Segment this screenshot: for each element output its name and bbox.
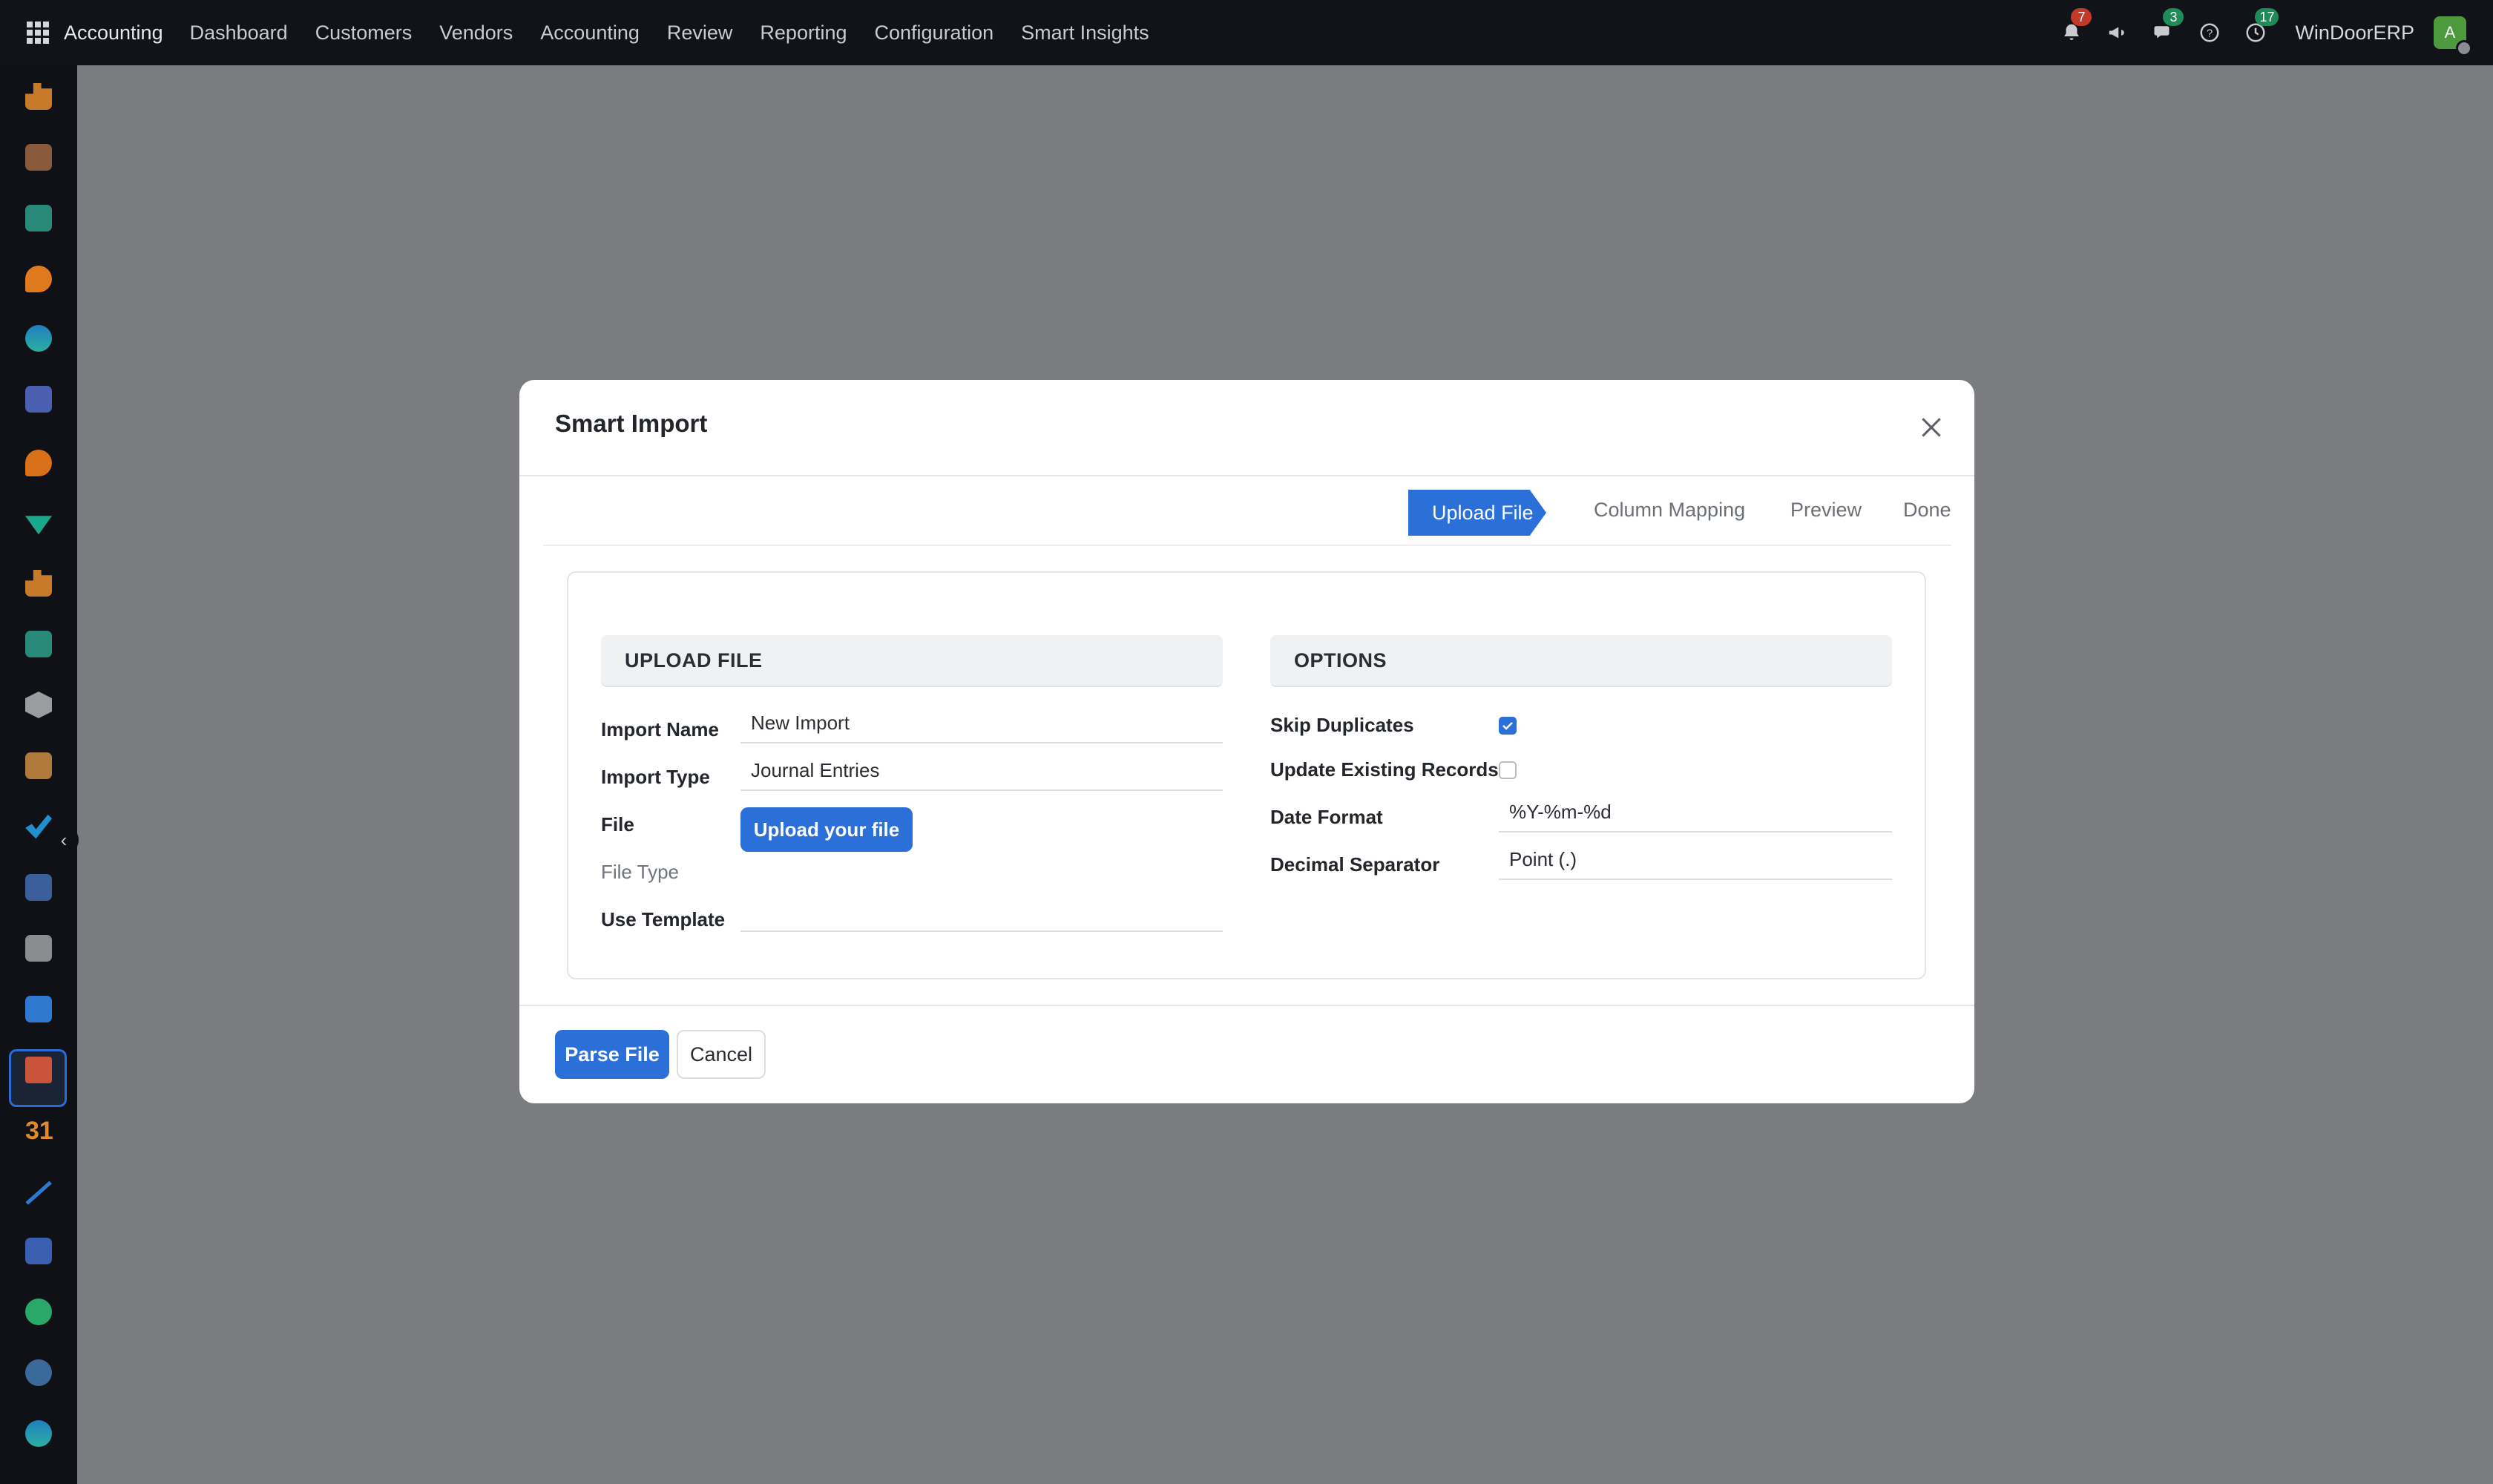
accounting-app-icon[interactable] bbox=[25, 996, 52, 1022]
purchase-app-icon[interactable] bbox=[25, 570, 52, 597]
use-template-select[interactable] bbox=[740, 892, 1223, 932]
messages-chat-icon[interactable]: 3 bbox=[2151, 8, 2184, 45]
nav-item-reporting[interactable]: Reporting bbox=[760, 22, 847, 45]
skip-duplicates-checkbox[interactable] bbox=[1499, 717, 1517, 735]
top-navbar: Accounting Dashboard Customers Vendors A… bbox=[0, 0, 2493, 65]
upload-file-button[interactable]: Upload your file bbox=[740, 807, 913, 852]
presence-status-icon bbox=[2456, 40, 2472, 56]
ecommerce-app-icon[interactable] bbox=[25, 1420, 52, 1447]
import-name-input[interactable]: New Import bbox=[740, 703, 1223, 743]
main-nav: Dashboard Customers Vendors Accounting R… bbox=[190, 22, 1177, 45]
help-icon[interactable]: ? bbox=[2197, 20, 2222, 45]
decimal-separator-label: Decimal Separator bbox=[1270, 853, 1440, 876]
inventory-app-icon[interactable] bbox=[25, 516, 52, 535]
cancel-button[interactable]: Cancel bbox=[677, 1030, 766, 1079]
nav-item-customers[interactable]: Customers bbox=[315, 22, 413, 45]
project-app-icon[interactable] bbox=[25, 814, 52, 839]
import-form-card: UPLOAD FILE Import Name New Import Impor… bbox=[567, 571, 1926, 979]
dialog-footer: Parse File Cancel bbox=[519, 1005, 1974, 1103]
whatsapp-app-icon[interactable] bbox=[25, 1298, 52, 1325]
discuss-app-icon[interactable] bbox=[25, 266, 52, 292]
dialog-title: Smart Import bbox=[555, 410, 708, 437]
sales-app-icon[interactable] bbox=[25, 83, 52, 110]
skip-duplicates-label: Skip Duplicates bbox=[1270, 714, 1414, 736]
import-steps-bar: Upload File Column Mapping Preview Done bbox=[543, 478, 1951, 546]
manufacturing-app-icon[interactable] bbox=[25, 692, 52, 718]
expenses-app-icon[interactable] bbox=[25, 752, 52, 779]
update-existing-checkbox[interactable] bbox=[1499, 761, 1517, 779]
company-switcher[interactable]: WinDoorERP bbox=[2295, 22, 2414, 45]
nav-item-dashboard[interactable]: Dashboard bbox=[190, 22, 288, 45]
app-sidebar: 31 ‹ bbox=[0, 65, 79, 1484]
calendar-app-icon[interactable]: 31 bbox=[25, 1117, 53, 1144]
svg-text:?: ? bbox=[2207, 27, 2213, 40]
topbar-systray: 7 3 ? 17 WinDoorERP A bbox=[2059, 0, 2493, 65]
import-type-label: Import Type bbox=[601, 766, 710, 788]
collapse-sidebar-chevron-icon[interactable]: ‹ bbox=[49, 825, 79, 855]
dashboards-app-icon[interactable] bbox=[25, 1238, 52, 1264]
notifications-badge: 7 bbox=[2071, 8, 2092, 26]
checkmark-icon bbox=[1502, 722, 1513, 730]
import-type-select[interactable]: Journal Entries bbox=[740, 751, 1223, 791]
use-template-label: Use Template bbox=[601, 908, 726, 930]
step-column-mapping[interactable]: Column Mapping bbox=[1594, 499, 1745, 522]
documents-app-icon[interactable] bbox=[25, 935, 52, 962]
activities-badge: 17 bbox=[2255, 8, 2279, 26]
email-marketing-app-icon[interactable] bbox=[25, 386, 52, 413]
dialog-header: Smart Import bbox=[519, 380, 1974, 476]
timesheets-app-icon[interactable] bbox=[25, 1359, 52, 1386]
avatar-initial: A bbox=[2444, 23, 2456, 42]
nav-item-vendors[interactable]: Vendors bbox=[439, 22, 513, 45]
live-chat-app-icon[interactable] bbox=[25, 450, 52, 476]
date-format-input[interactable]: %Y-%m-%d bbox=[1499, 792, 1892, 833]
employees-app-icon[interactable] bbox=[25, 631, 52, 657]
step-preview[interactable]: Preview bbox=[1790, 499, 1862, 522]
update-existing-label: Update Existing Records bbox=[1270, 758, 1499, 781]
close-icon[interactable] bbox=[1916, 413, 1946, 442]
date-format-label: Date Format bbox=[1270, 806, 1383, 828]
apps-menu-icon[interactable] bbox=[27, 22, 49, 44]
decimal-separator-select[interactable]: Point (.) bbox=[1499, 840, 1892, 880]
nav-item-accounting[interactable]: Accounting bbox=[540, 22, 640, 45]
activities-clock-icon[interactable]: 17 bbox=[2243, 8, 2279, 45]
website-app-icon[interactable] bbox=[25, 325, 52, 352]
file-type-label: File Type bbox=[601, 861, 680, 883]
user-avatar[interactable]: A bbox=[2434, 16, 2472, 56]
notifications-bell-icon[interactable]: 7 bbox=[2059, 8, 2092, 45]
contacts-app-icon[interactable] bbox=[25, 205, 52, 232]
options-section-title: OPTIONS bbox=[1270, 635, 1892, 687]
import-name-label: Import Name bbox=[601, 718, 719, 741]
smart-import-dialog: Smart Import Upload File Column Mapping … bbox=[519, 380, 1974, 1103]
nav-item-smart-insights[interactable]: Smart Insights bbox=[1021, 22, 1149, 45]
upload-file-section-title: UPLOAD FILE bbox=[601, 635, 1223, 687]
app-name[interactable]: Accounting bbox=[64, 22, 163, 45]
step-upload-file[interactable]: Upload File bbox=[1408, 490, 1546, 536]
parse-file-button[interactable]: Parse File bbox=[555, 1030, 669, 1079]
step-done[interactable]: Done bbox=[1903, 499, 1951, 522]
knowledge-app-icon[interactable] bbox=[25, 874, 52, 901]
sign-app-icon[interactable] bbox=[25, 1181, 52, 1205]
nav-item-review[interactable]: Review bbox=[667, 22, 733, 45]
messages-badge: 3 bbox=[2163, 8, 2184, 26]
nav-item-configuration[interactable]: Configuration bbox=[875, 22, 994, 45]
crm-app-icon[interactable] bbox=[25, 144, 52, 171]
megaphone-icon[interactable] bbox=[2105, 20, 2130, 45]
team-app-icon[interactable] bbox=[25, 1057, 52, 1083]
file-label: File bbox=[601, 813, 634, 835]
